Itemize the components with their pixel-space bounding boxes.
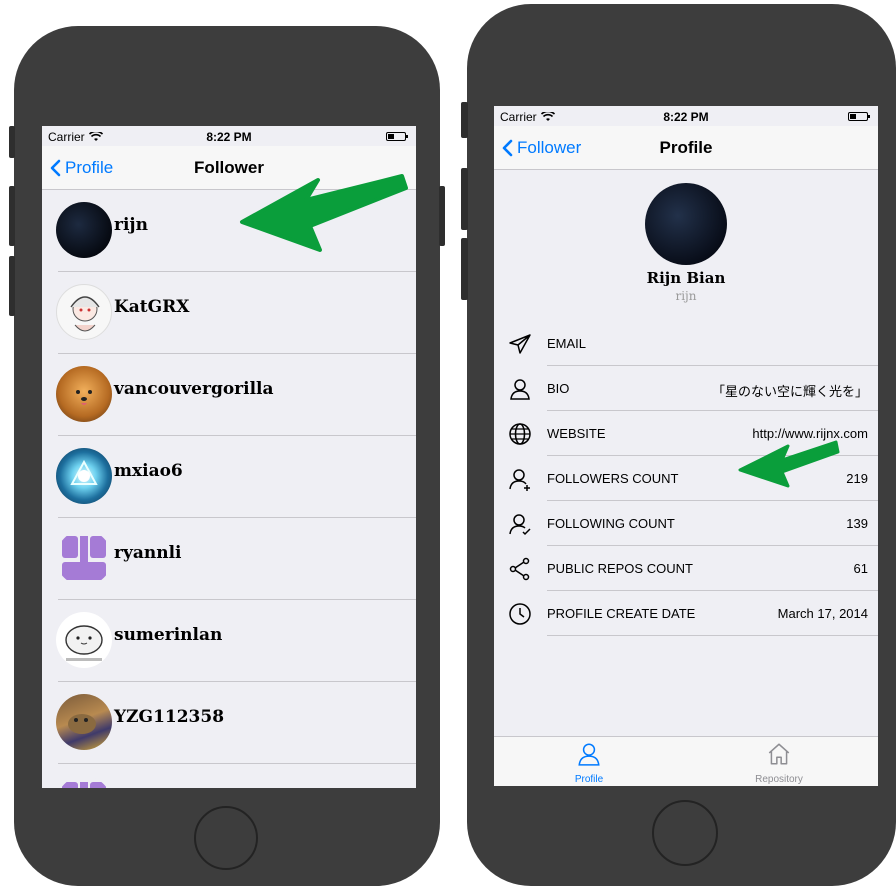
avatar bbox=[56, 612, 112, 668]
navigation-bar: Follower Profile bbox=[494, 126, 878, 170]
status-bar: Carrier 8:22 PM bbox=[42, 126, 416, 146]
info-value: 「星のない空に輝く光を」 bbox=[711, 384, 868, 399]
person-icon bbox=[510, 379, 530, 400]
list-item[interactable]: vancouvergorilla bbox=[42, 354, 416, 436]
avatar bbox=[56, 776, 112, 788]
username: YZG112358 bbox=[114, 707, 225, 727]
info-value: 139 bbox=[846, 516, 868, 531]
list-item[interactable]: YZG112358 bbox=[42, 682, 416, 764]
left-phone-volume-down bbox=[9, 256, 15, 316]
info-label: FOLLOWERS COUNT bbox=[547, 471, 679, 486]
profile-name: Rijn Bian bbox=[646, 269, 726, 287]
avatar bbox=[56, 284, 112, 340]
tab-profile[interactable]: Profile bbox=[494, 741, 684, 785]
status-time: 8:22 PM bbox=[663, 110, 709, 124]
avatar bbox=[56, 694, 112, 750]
info-row-following-count[interactable]: FOLLOWING COUNT 139 bbox=[494, 501, 878, 546]
person-plus-icon bbox=[509, 469, 530, 491]
username: rijn bbox=[114, 215, 148, 235]
paper-plane-icon bbox=[509, 334, 531, 354]
tab-label: Repository bbox=[755, 774, 803, 785]
list-item[interactable]: ryannli bbox=[42, 518, 416, 600]
profile-login: rijn bbox=[675, 289, 697, 303]
left-home-button[interactable] bbox=[194, 806, 258, 870]
list-item[interactable] bbox=[42, 764, 416, 788]
tab-label: Profile bbox=[574, 774, 604, 785]
info-label: EMAIL bbox=[547, 336, 587, 351]
info-row-bio[interactable]: BIO 「星のない空に輝く光を」 bbox=[494, 366, 878, 411]
info-value: 219 bbox=[846, 471, 868, 486]
left-phone-power-button bbox=[439, 186, 445, 246]
battery-icon bbox=[848, 112, 870, 121]
status-bar: Carrier 8:22 PM bbox=[494, 106, 878, 126]
page-title: Profile bbox=[659, 138, 713, 157]
annotation-arrow bbox=[240, 174, 408, 252]
person-check-icon bbox=[509, 514, 531, 536]
profile-avatar bbox=[645, 183, 727, 265]
tab-bar: Profile Repository bbox=[494, 736, 878, 786]
avatar bbox=[56, 448, 112, 504]
left-phone-volume-up bbox=[9, 186, 15, 246]
clock-icon bbox=[509, 603, 531, 625]
info-label: BIO bbox=[547, 381, 570, 396]
username: vancouvergorilla bbox=[114, 379, 274, 399]
right-phone-volume-up bbox=[461, 168, 468, 230]
avatar bbox=[56, 202, 112, 258]
list-item[interactable]: KatGRX bbox=[42, 272, 416, 354]
info-row-public-repos-count[interactable]: PUBLIC REPOS COUNT 61 bbox=[494, 546, 878, 591]
avatar bbox=[56, 530, 112, 586]
info-row-email[interactable]: EMAIL bbox=[494, 321, 878, 366]
globe-icon bbox=[509, 423, 531, 445]
house-icon bbox=[768, 743, 790, 765]
info-label: PUBLIC REPOS COUNT bbox=[547, 561, 693, 576]
battery-icon bbox=[386, 132, 408, 141]
person-icon bbox=[578, 743, 600, 766]
right-home-button[interactable] bbox=[652, 800, 718, 866]
username: ryannli bbox=[114, 543, 182, 563]
username: sumerinlan bbox=[114, 625, 223, 645]
username: KatGRX bbox=[114, 297, 190, 317]
username: mxiao6 bbox=[114, 461, 183, 481]
info-row-profile-create-date[interactable]: PROFILE CREATE DATE March 17, 2014 bbox=[494, 591, 878, 636]
avatar bbox=[56, 366, 112, 422]
share-icon bbox=[509, 557, 530, 581]
list-item[interactable]: mxiao6 bbox=[42, 436, 416, 518]
info-value: 61 bbox=[853, 561, 868, 576]
right-phone-volume-down bbox=[461, 238, 468, 300]
annotation-arrow bbox=[738, 440, 840, 488]
info-label: WEBSITE bbox=[547, 426, 606, 441]
info-label: FOLLOWING COUNT bbox=[547, 516, 675, 531]
list-item[interactable]: sumerinlan bbox=[42, 600, 416, 682]
right-phone-side-button bbox=[461, 102, 468, 138]
info-label: PROFILE CREATE DATE bbox=[547, 606, 696, 621]
status-time: 8:22 PM bbox=[206, 130, 252, 144]
info-value: March 17, 2014 bbox=[777, 606, 868, 621]
left-phone-side-button bbox=[9, 126, 15, 158]
tab-repository[interactable]: Repository bbox=[684, 741, 874, 785]
